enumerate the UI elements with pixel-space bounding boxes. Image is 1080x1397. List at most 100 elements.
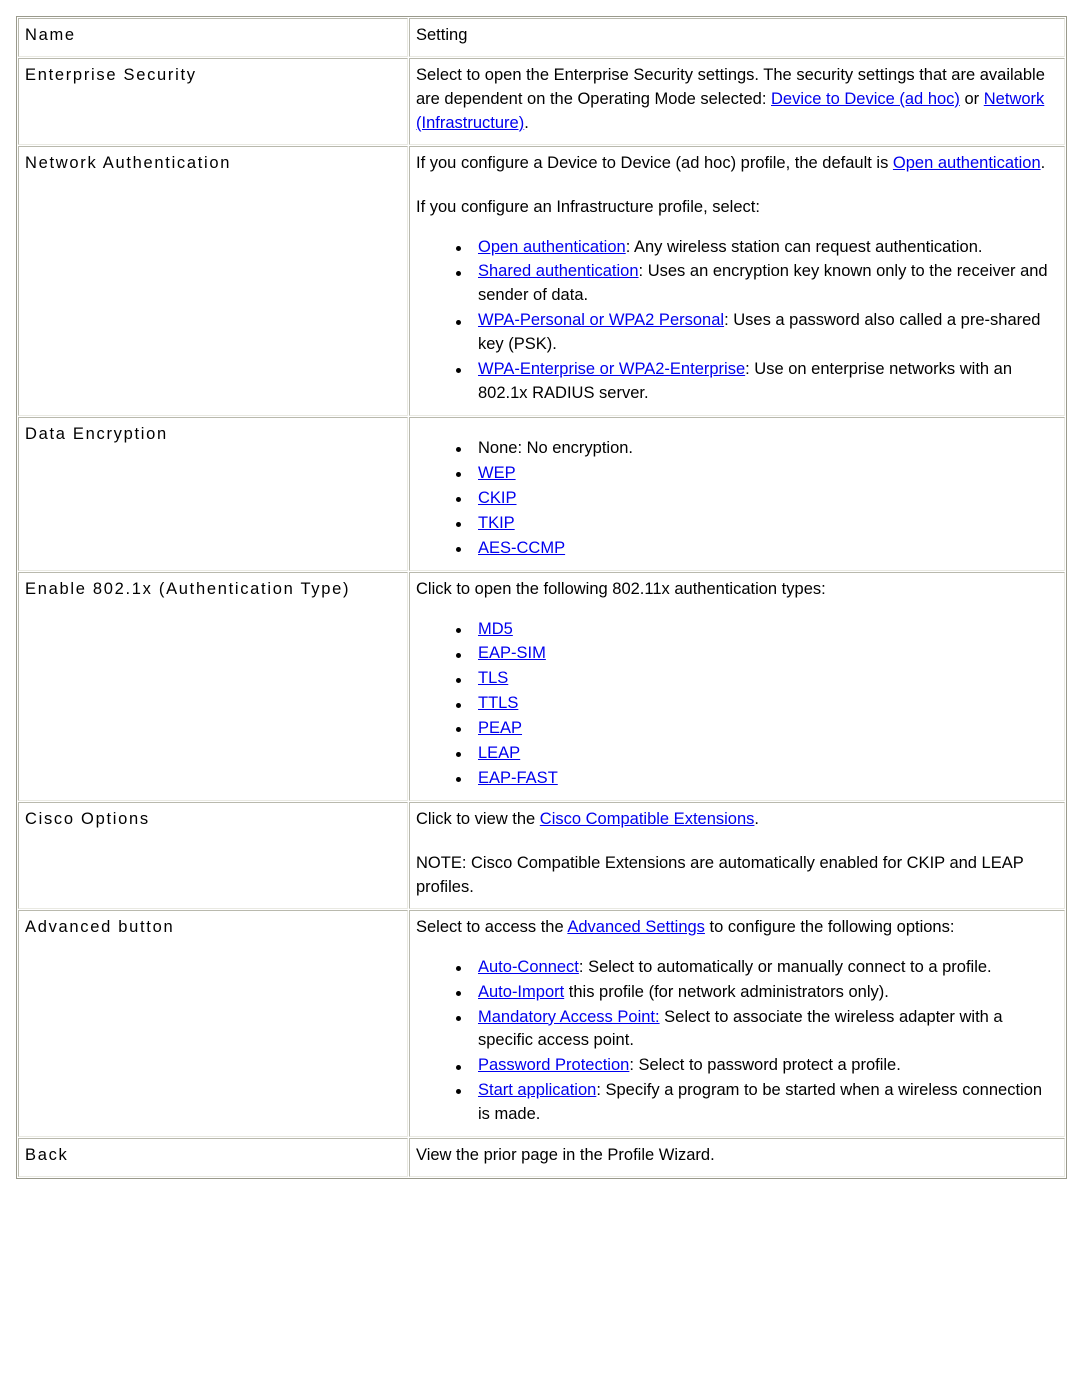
setting-name-cell: Back bbox=[18, 1138, 408, 1178]
table-row: Enterprise Security Select to open the En… bbox=[18, 57, 1065, 145]
doc-link[interactable]: WPA-Enterprise or WPA2-Enterprise bbox=[478, 360, 745, 378]
setting-description-cell: None: No encryption. WEP CKIP TKIP AES-CCMP bbox=[409, 416, 1065, 571]
text-run: to configure the following options: bbox=[704, 917, 955, 936]
doc-link[interactable]: Shared authentication bbox=[478, 262, 639, 280]
doc-link[interactable]: AES-CCMP bbox=[478, 539, 565, 557]
setting-name-cell: Advanced button bbox=[18, 909, 408, 1138]
list-item: Shared authentication: Uses an encryptio… bbox=[456, 260, 1058, 308]
doc-link[interactable]: CKIP bbox=[478, 489, 517, 507]
list-item: TTLS bbox=[456, 692, 1058, 716]
setting-name-label: Enterprise Security bbox=[25, 65, 197, 84]
doc-link[interactable]: WEP bbox=[478, 464, 516, 482]
text-run: this profile (for network administrators… bbox=[564, 982, 889, 1001]
description-bullet-list: Open authentication: Any wireless statio… bbox=[416, 236, 1058, 406]
setting-name-label: Cisco Options bbox=[25, 809, 150, 828]
description-paragraph: Click to view the Cisco Compatible Exten… bbox=[416, 808, 1058, 832]
table-row: Back View the prior page in the Profile W… bbox=[18, 1138, 1065, 1178]
list-item: WPA-Enterprise or WPA2-Enterprise: Use o… bbox=[456, 358, 1058, 406]
list-item: TKIP bbox=[456, 512, 1058, 536]
list-item: LEAP bbox=[456, 742, 1058, 766]
text-run: : Select to automatically or manually co… bbox=[578, 957, 992, 976]
column-header-setting-label: Setting bbox=[416, 26, 468, 44]
text-run: None: No encryption. bbox=[478, 438, 634, 457]
table-header-row: Name Setting bbox=[18, 18, 1065, 57]
description-paragraph: Select to open the Enterprise Security s… bbox=[416, 64, 1058, 136]
setting-name-label: Data Encryption bbox=[25, 424, 168, 443]
text-run: . bbox=[754, 809, 759, 828]
doc-link[interactable]: Start application bbox=[478, 1081, 596, 1099]
description-bullet-list: None: No encryption. WEP CKIP TKIP AES-CCMP bbox=[416, 437, 1058, 561]
setting-description-cell: If you configure a Device to Device (ad … bbox=[409, 145, 1065, 416]
setting-name-cell: Network Authentication bbox=[18, 145, 408, 416]
doc-link[interactable]: Mandatory Access Point: bbox=[478, 1008, 660, 1026]
setting-description-cell: Click to view the Cisco Compatible Exten… bbox=[409, 801, 1065, 909]
doc-link[interactable]: Device to Device (ad hoc) bbox=[771, 90, 960, 108]
table-row: Advanced button Select to access the Adva… bbox=[18, 909, 1065, 1138]
text-run: NOTE: Cisco Compatible Extensions are au… bbox=[416, 853, 1024, 896]
text-run: If you configure an Infrastructure profi… bbox=[416, 197, 760, 216]
list-item: Auto-Import this profile (for network ad… bbox=[456, 981, 1058, 1005]
doc-link[interactable]: Open authentication bbox=[893, 154, 1041, 172]
column-header-name: Name bbox=[18, 18, 408, 57]
list-item: EAP-FAST bbox=[456, 767, 1058, 791]
list-item: None: No encryption. bbox=[456, 437, 1058, 461]
list-item: WPA-Personal or WPA2 Personal: Uses a pa… bbox=[456, 309, 1058, 357]
doc-link[interactable]: Advanced Settings bbox=[567, 918, 705, 936]
list-item: WEP bbox=[456, 462, 1058, 486]
table-row: Data Encryption None: No encryption. WEP CK… bbox=[18, 416, 1065, 571]
doc-link[interactable]: Cisco Compatible Extensions bbox=[540, 810, 755, 828]
text-run: If you configure a Device to Device (ad … bbox=[416, 153, 893, 172]
text-run: View the prior page in the Profile Wizar… bbox=[416, 1146, 715, 1165]
table-row: Network Authentication If you configure a… bbox=[18, 145, 1065, 416]
doc-link[interactable]: TTLS bbox=[478, 694, 518, 712]
setting-description-cell: View the prior page in the Profile Wizar… bbox=[409, 1138, 1065, 1178]
setting-name-cell: Enterprise Security bbox=[18, 57, 408, 145]
column-header-name-label: Name bbox=[25, 26, 76, 44]
description-paragraph: Click to open the following 802.11x auth… bbox=[416, 578, 1058, 602]
document-page: Name Setting Enterprise Security Select t… bbox=[0, 0, 1080, 1180]
doc-link[interactable]: Password Protection bbox=[478, 1056, 629, 1074]
list-item: Open authentication: Any wireless statio… bbox=[456, 236, 1058, 260]
description-bullet-list: MD5 EAP-SIM TLS TTLS PEAP LEAP EAP-FAST bbox=[416, 618, 1058, 791]
doc-link[interactable]: TLS bbox=[478, 669, 508, 687]
settings-reference-table: Name Setting Enterprise Security Select t… bbox=[16, 16, 1067, 1180]
doc-link[interactable]: Auto-Import bbox=[478, 983, 564, 1001]
text-run: Select to access the bbox=[416, 917, 568, 936]
doc-link[interactable]: Open authentication bbox=[478, 238, 626, 256]
doc-link[interactable]: LEAP bbox=[478, 744, 520, 762]
description-paragraph: View the prior page in the Profile Wizar… bbox=[416, 1144, 1058, 1168]
text-run: Click to view the bbox=[416, 809, 540, 828]
list-item: Start application: Specify a program to … bbox=[456, 1079, 1058, 1127]
text-run: : Select to password protect a profile. bbox=[629, 1056, 901, 1075]
text-run: Click to open the following 802.11x auth… bbox=[416, 579, 826, 598]
doc-link[interactable]: WPA-Personal or WPA2 Personal bbox=[478, 311, 724, 329]
setting-name-label: Advanced button bbox=[25, 917, 175, 936]
setting-name-cell: Cisco Options bbox=[18, 801, 408, 909]
list-item: Auto-Connect: Select to automatically or… bbox=[456, 956, 1058, 980]
list-item: TLS bbox=[456, 667, 1058, 691]
list-item: AES-CCMP bbox=[456, 537, 1058, 561]
setting-description-cell: Select to open the Enterprise Security s… bbox=[409, 57, 1065, 145]
doc-link[interactable]: Auto-Connect bbox=[478, 958, 579, 976]
doc-link[interactable]: MD5 bbox=[478, 620, 513, 638]
doc-link[interactable]: TKIP bbox=[478, 514, 515, 532]
text-run: . bbox=[524, 113, 529, 132]
setting-name-label: Network Authentication bbox=[25, 153, 232, 172]
description-paragraph: If you configure a Device to Device (ad … bbox=[416, 152, 1058, 176]
setting-name-cell: Data Encryption bbox=[18, 416, 408, 571]
setting-name-label: Back bbox=[25, 1146, 69, 1165]
setting-name-cell: Enable 802.1x (Authentication Type) bbox=[18, 571, 408, 801]
text-run: or bbox=[959, 89, 984, 108]
description-paragraph: Select to access the Advanced Settings t… bbox=[416, 916, 1058, 940]
setting-description-cell: Select to access the Advanced Settings t… bbox=[409, 909, 1065, 1138]
doc-link[interactable]: PEAP bbox=[478, 719, 522, 737]
list-item: CKIP bbox=[456, 487, 1058, 511]
description-paragraph: If you configure an Infrastructure profi… bbox=[416, 196, 1058, 220]
setting-name-label: Enable 802.1x (Authentication Type) bbox=[25, 579, 351, 598]
doc-link[interactable]: EAP-SIM bbox=[478, 644, 546, 662]
doc-link[interactable]: EAP-FAST bbox=[478, 769, 558, 787]
table-row: Enable 802.1x (Authentication Type) Click… bbox=[18, 571, 1065, 801]
list-item: Mandatory Access Point: Select to associ… bbox=[456, 1006, 1058, 1054]
list-item: PEAP bbox=[456, 717, 1058, 741]
list-item: EAP-SIM bbox=[456, 642, 1058, 666]
